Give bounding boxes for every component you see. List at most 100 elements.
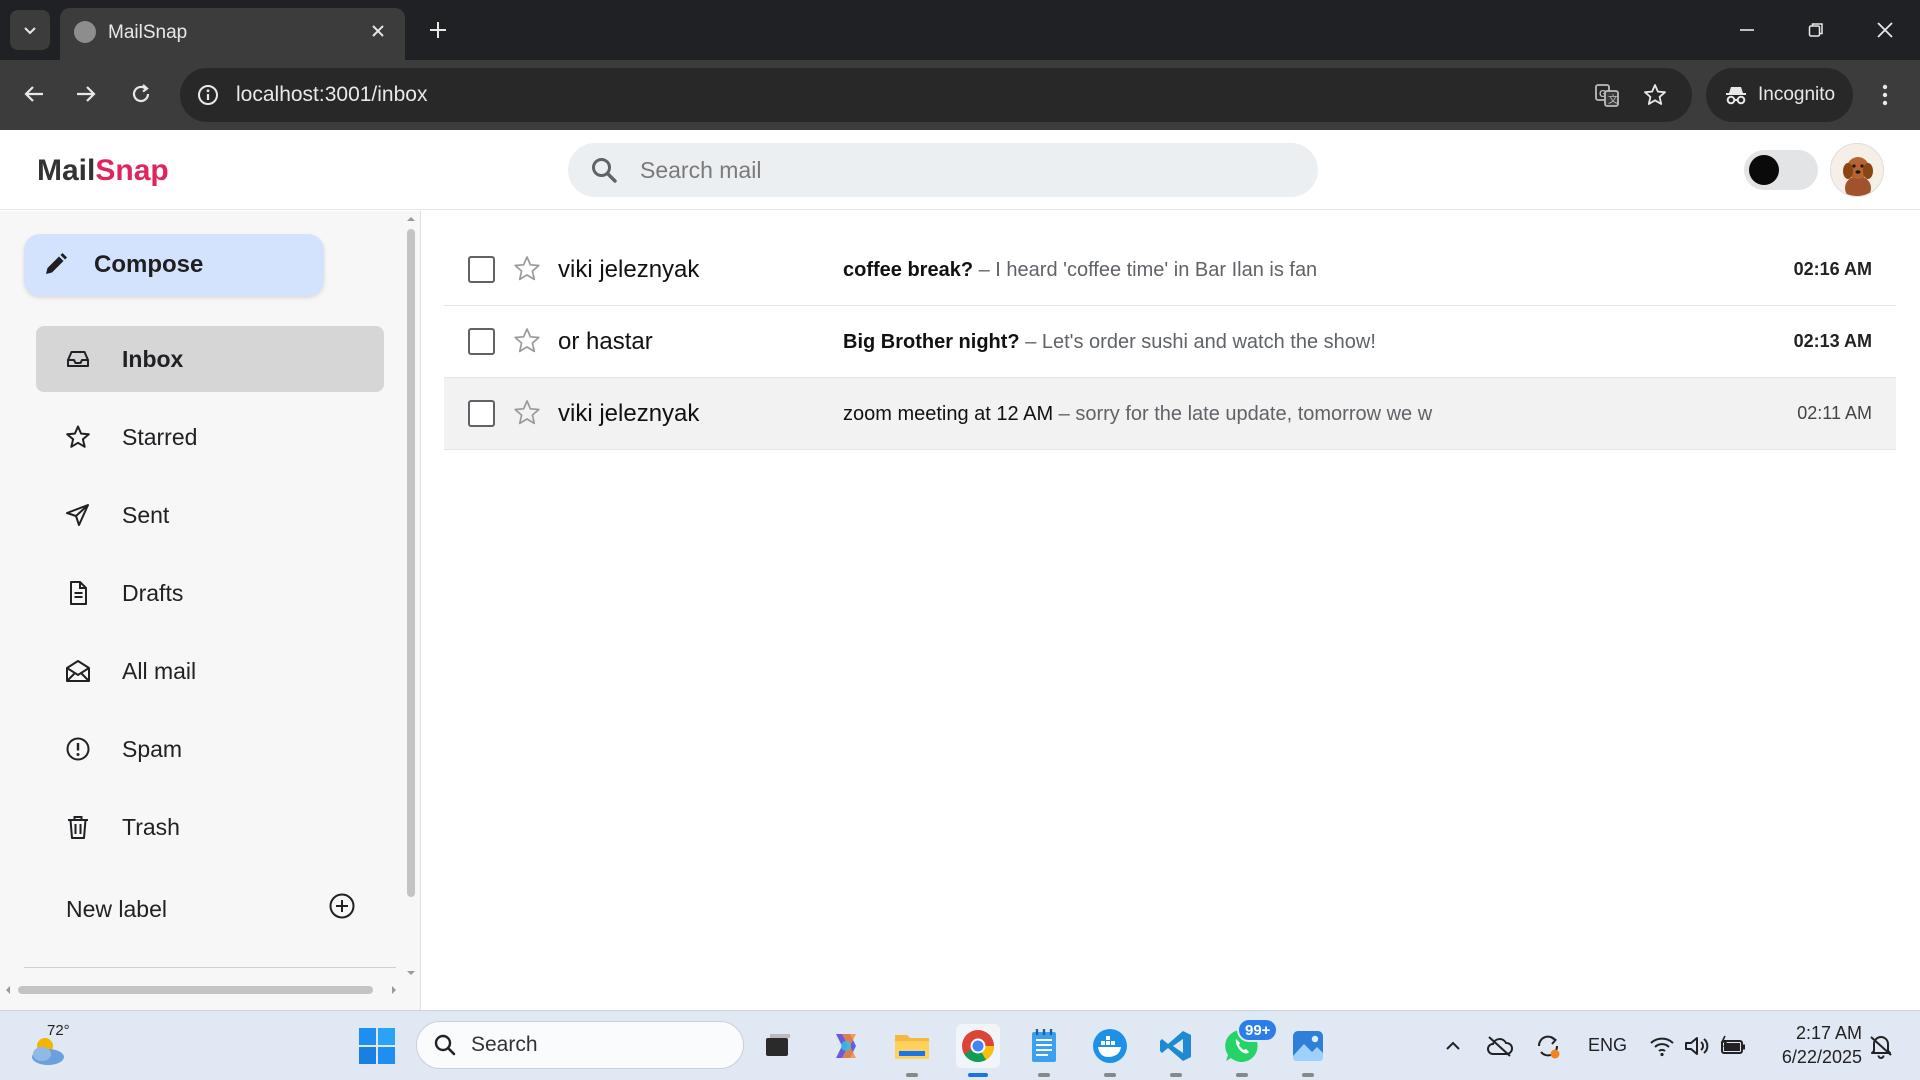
reload-button[interactable] [121, 74, 161, 114]
notification-bell-icon [1870, 1036, 1892, 1059]
tray-battery[interactable] [1718, 1031, 1748, 1061]
start-button[interactable] [358, 1027, 396, 1065]
sidebar-item-spam[interactable]: Spam [36, 716, 384, 782]
back-button[interactable] [14, 74, 54, 114]
app-logo[interactable]: MailSnap [37, 154, 169, 188]
close-icon [372, 25, 384, 37]
browser-tab-bar: MailSnap [0, 0, 1920, 60]
taskbar-file-explorer[interactable] [890, 1024, 934, 1077]
mail-checkbox[interactable] [468, 256, 495, 283]
new-tab-button[interactable] [422, 14, 454, 46]
restore-icon [1808, 23, 1823, 37]
search-icon [434, 1034, 456, 1056]
minimize-icon [1740, 29, 1754, 31]
sidebar-divider [24, 967, 396, 968]
vscode-icon [1160, 1031, 1191, 1061]
forward-button[interactable] [66, 74, 106, 114]
compose-label: Compose [94, 251, 204, 278]
mail-time: 02:16 AM [1793, 259, 1872, 279]
sidebar-vertical-scrollbar[interactable] [402, 211, 420, 1010]
docker-icon [1093, 1029, 1127, 1063]
star-icon[interactable] [512, 398, 542, 428]
taskbar-search[interactable]: Search [416, 1021, 744, 1069]
plus-icon [430, 22, 446, 38]
url-text: localhost:3001/inbox [236, 83, 428, 106]
avatar[interactable] [1830, 143, 1884, 197]
running-indicator [1302, 1073, 1314, 1077]
sidebar-item-starred[interactable]: Starred [36, 404, 384, 470]
taskbar-notepad[interactable] [1022, 1024, 1066, 1077]
taskbar-task-view[interactable] [756, 1024, 800, 1068]
mail-sender: or hastar [558, 328, 653, 355]
running-indicator [906, 1073, 918, 1077]
tray-notifications[interactable] [1866, 1031, 1896, 1061]
tab-close-button[interactable] [365, 18, 391, 44]
compose-button[interactable]: Compose [24, 234, 324, 296]
star-icon[interactable] [512, 254, 542, 284]
tray-wifi[interactable] [1647, 1031, 1677, 1061]
tab-search-button[interactable] [10, 10, 50, 50]
tray-overflow-button[interactable] [1438, 1031, 1468, 1061]
close-window-button[interactable] [1860, 10, 1910, 50]
site-info-icon[interactable] [194, 81, 222, 109]
mail-subject: Big Brother night? [843, 331, 1020, 353]
scrollbar-thumb[interactable] [18, 986, 373, 994]
system-clock[interactable]: 2:17 AM 6/22/2025 [1762, 1021, 1862, 1069]
pencil-icon [46, 253, 67, 274]
taskbar-vscode[interactable] [1154, 1024, 1198, 1077]
bookmark-star-icon[interactable] [1640, 80, 1670, 110]
sidebar-item-label: Inbox [122, 345, 184, 372]
star-icon [64, 423, 92, 451]
scroll-right-icon [392, 986, 396, 994]
spam-icon [64, 735, 92, 763]
sidebar-horizontal-scrollbar[interactable] [0, 981, 402, 999]
sidebar-item-trash[interactable]: Trash [36, 794, 384, 860]
tray-volume[interactable] [1682, 1031, 1712, 1061]
arrow-left-icon [24, 86, 43, 102]
language-indicator[interactable]: ENG [1588, 1035, 1627, 1056]
sidebar-border [420, 211, 421, 1010]
send-icon [64, 501, 92, 529]
sidebar-item-drafts[interactable]: Drafts [36, 560, 384, 626]
tray-onedrive[interactable] [1485, 1031, 1515, 1061]
taskbar-copilot[interactable] [824, 1024, 868, 1068]
sidebar-item-inbox[interactable]: Inbox [36, 326, 384, 392]
sidebar-item-all-mail[interactable]: All mail [36, 638, 384, 704]
notepad-icon [1032, 1029, 1056, 1062]
sidebar-item-sent[interactable]: Sent [36, 482, 384, 548]
sidebar-item-label: Drafts [122, 579, 184, 606]
address-bar[interactable]: localhost:3001/inbox G文 [180, 68, 1692, 122]
scroll-up-icon [407, 217, 415, 221]
add-label-button[interactable] [328, 892, 356, 920]
search-icon[interactable] [590, 156, 618, 184]
mail-time: 02:11 AM [1797, 403, 1872, 423]
minimize-button[interactable] [1722, 10, 1772, 50]
mail-preview: coffee break? – I heard 'coffee time' in… [843, 259, 1317, 282]
incognito-indicator[interactable]: Incognito [1706, 68, 1853, 122]
browser-tab[interactable]: MailSnap [60, 8, 405, 60]
mail-row[interactable]: or hastar Big Brother night? – Let's ord… [444, 306, 1896, 378]
taskbar-chrome[interactable] [956, 1024, 1000, 1077]
mail-checkbox[interactable] [468, 400, 495, 427]
chevron-down-icon [24, 27, 36, 35]
scroll-down-icon [407, 971, 415, 975]
photos-icon [1293, 1031, 1323, 1061]
scrollbar-thumb[interactable] [407, 229, 415, 897]
tray-sync[interactable] [1533, 1031, 1563, 1061]
mail-row[interactable]: viki jeleznyak zoom meeting at 12 AM – s… [444, 378, 1896, 450]
close-icon [1877, 22, 1893, 38]
mail-row[interactable]: viki jeleznyak coffee break? – I heard '… [444, 234, 1896, 306]
star-icon[interactable] [512, 326, 542, 356]
theme-toggle[interactable] [1744, 150, 1818, 190]
search-input[interactable] [640, 143, 1280, 197]
taskbar-docker[interactable] [1088, 1024, 1132, 1077]
browser-menu-button[interactable] [1870, 75, 1900, 115]
sync-icon [1537, 1035, 1560, 1059]
taskbar-photos[interactable] [1286, 1024, 1330, 1077]
add-circle-icon [329, 893, 355, 919]
translate-icon[interactable]: G文 [1592, 80, 1622, 110]
mail-sender: viki jeleznyak [558, 400, 700, 427]
restore-button[interactable] [1791, 10, 1841, 50]
mail-checkbox[interactable] [468, 328, 495, 355]
notification-badge: 99+ [1237, 1018, 1279, 1042]
